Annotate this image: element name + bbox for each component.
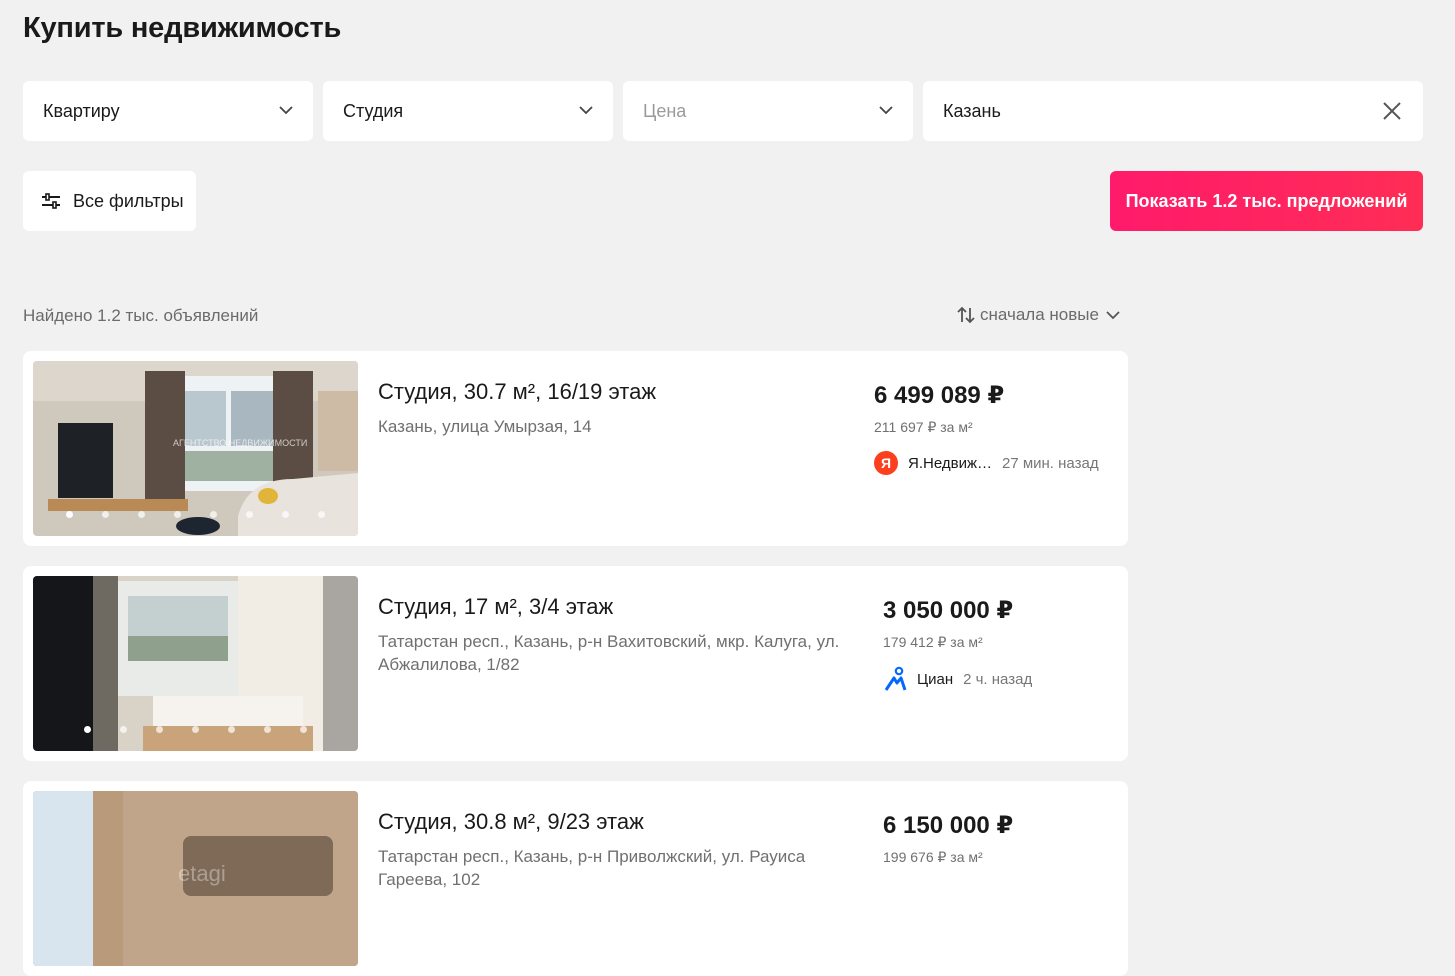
listing-title[interactable]: Студия, 30.7 м², 16/19 этаж	[378, 379, 656, 405]
photo-dot[interactable]	[84, 726, 91, 733]
photo-dot[interactable]	[102, 511, 109, 518]
watermark-text: АГЕНТСТВО НЕДВИЖИМОСТИ	[173, 438, 307, 448]
price-per-m2: 199 676 ₽ за м²	[883, 849, 983, 865]
listing-card[interactable]: АГЕНТСТВО НЕДВИЖИМОСТИ Студия, 30.7 м², …	[23, 351, 1128, 546]
posted-time: 2 ч. назад	[963, 670, 1033, 688]
all-filters-button[interactable]: Все фильтры	[23, 171, 196, 231]
photo-dot[interactable]	[210, 511, 217, 518]
listing-title[interactable]: Студия, 30.8 м², 9/23 этаж	[378, 809, 644, 835]
sort-select[interactable]: сначала новые	[956, 305, 1121, 325]
listing-price: 3 050 000 ₽	[883, 597, 1014, 624]
source-name: Я.Недвиж…	[908, 454, 992, 472]
sort-label: сначала новые	[980, 305, 1099, 324]
price-per-m2: 211 697 ₽ за м²	[874, 419, 973, 435]
chevron-down-icon	[279, 106, 293, 115]
photo-dot[interactable]	[282, 511, 289, 518]
price-placeholder: Цена	[643, 100, 687, 121]
close-icon[interactable]	[1381, 100, 1403, 122]
price-per-m2: 179 412 ₽ за м²	[883, 634, 983, 650]
photo-dot[interactable]	[192, 726, 199, 733]
property-type-select[interactable]: Квартиру	[23, 81, 313, 141]
price-select[interactable]: Цена	[623, 81, 913, 141]
listing-card[interactable]: etagi Студия, 30.8 м², 9/23 этаж Татарст…	[23, 781, 1128, 976]
chevron-down-icon	[1106, 311, 1120, 320]
watermark-text: etagi	[178, 861, 226, 886]
apartment-photo-image: etagi	[33, 791, 358, 966]
listing-title[interactable]: Студия, 17 м², 3/4 этаж	[378, 594, 613, 620]
rooms-select[interactable]: Студия	[323, 81, 613, 141]
listing-photo[interactable]: etagi	[33, 791, 358, 966]
photo-dots[interactable]	[33, 511, 358, 518]
show-offers-button[interactable]: Показать 1.2 тыс. предложений	[1110, 171, 1423, 231]
listing-address: Татарстан респ., Казань, р-н Вахитовский…	[378, 632, 840, 674]
chevron-down-icon	[879, 106, 893, 115]
photo-dot[interactable]	[228, 726, 235, 733]
photo-dot[interactable]	[318, 511, 325, 518]
rooms-value: Студия	[343, 100, 404, 121]
page-title: Купить недвижимость	[23, 12, 342, 44]
city-input[interactable]: Казань	[923, 81, 1423, 141]
photo-dot[interactable]	[66, 511, 73, 518]
apartment-photo-image	[33, 576, 358, 751]
results-count: Найдено 1.2 тыс. объявлений	[23, 306, 259, 325]
listing-address: Татарстан респ., Казань, р-н Приволжский…	[378, 847, 806, 889]
photo-dot[interactable]	[174, 511, 181, 518]
listing-price: 6 499 089 ₽	[874, 382, 1005, 409]
photo-dot[interactable]	[120, 726, 127, 733]
chevron-down-icon	[579, 106, 593, 115]
apartment-photo-image: АГЕНТСТВО НЕДВИЖИМОСТИ	[33, 361, 358, 536]
sliders-icon	[42, 193, 60, 209]
listing-photo[interactable]: АГЕНТСТВО НЕДВИЖИМОСТИ	[33, 361, 358, 536]
cian-logo-icon	[884, 666, 907, 691]
listing-source: Я Я.Недвиж… 27 мин. назад	[874, 451, 1099, 475]
photo-dot[interactable]	[300, 726, 307, 733]
sort-icon	[957, 306, 975, 324]
photo-dot[interactable]	[246, 511, 253, 518]
listing-card[interactable]: Студия, 17 м², 3/4 этаж Татарстан респ.,…	[23, 566, 1128, 761]
yandex-logo-icon: Я	[874, 451, 898, 475]
listing-address: Казань, улица Умырзая, 14	[378, 417, 592, 436]
photo-dot[interactable]	[138, 511, 145, 518]
photo-dot[interactable]	[264, 726, 271, 733]
posted-time: 27 мин. назад	[1001, 454, 1099, 472]
all-filters-label: Все фильтры	[73, 190, 184, 211]
photo-dot[interactable]	[156, 726, 163, 733]
property-type-value: Квартиру	[43, 100, 120, 121]
city-value: Казань	[943, 100, 1001, 121]
listing-price: 6 150 000 ₽	[883, 812, 1014, 839]
photo-dots[interactable]	[33, 726, 358, 733]
listing-photo[interactable]	[33, 576, 358, 751]
source-name: Циан	[917, 670, 954, 688]
listing-source: Циан 2 ч. назад	[883, 666, 1032, 692]
